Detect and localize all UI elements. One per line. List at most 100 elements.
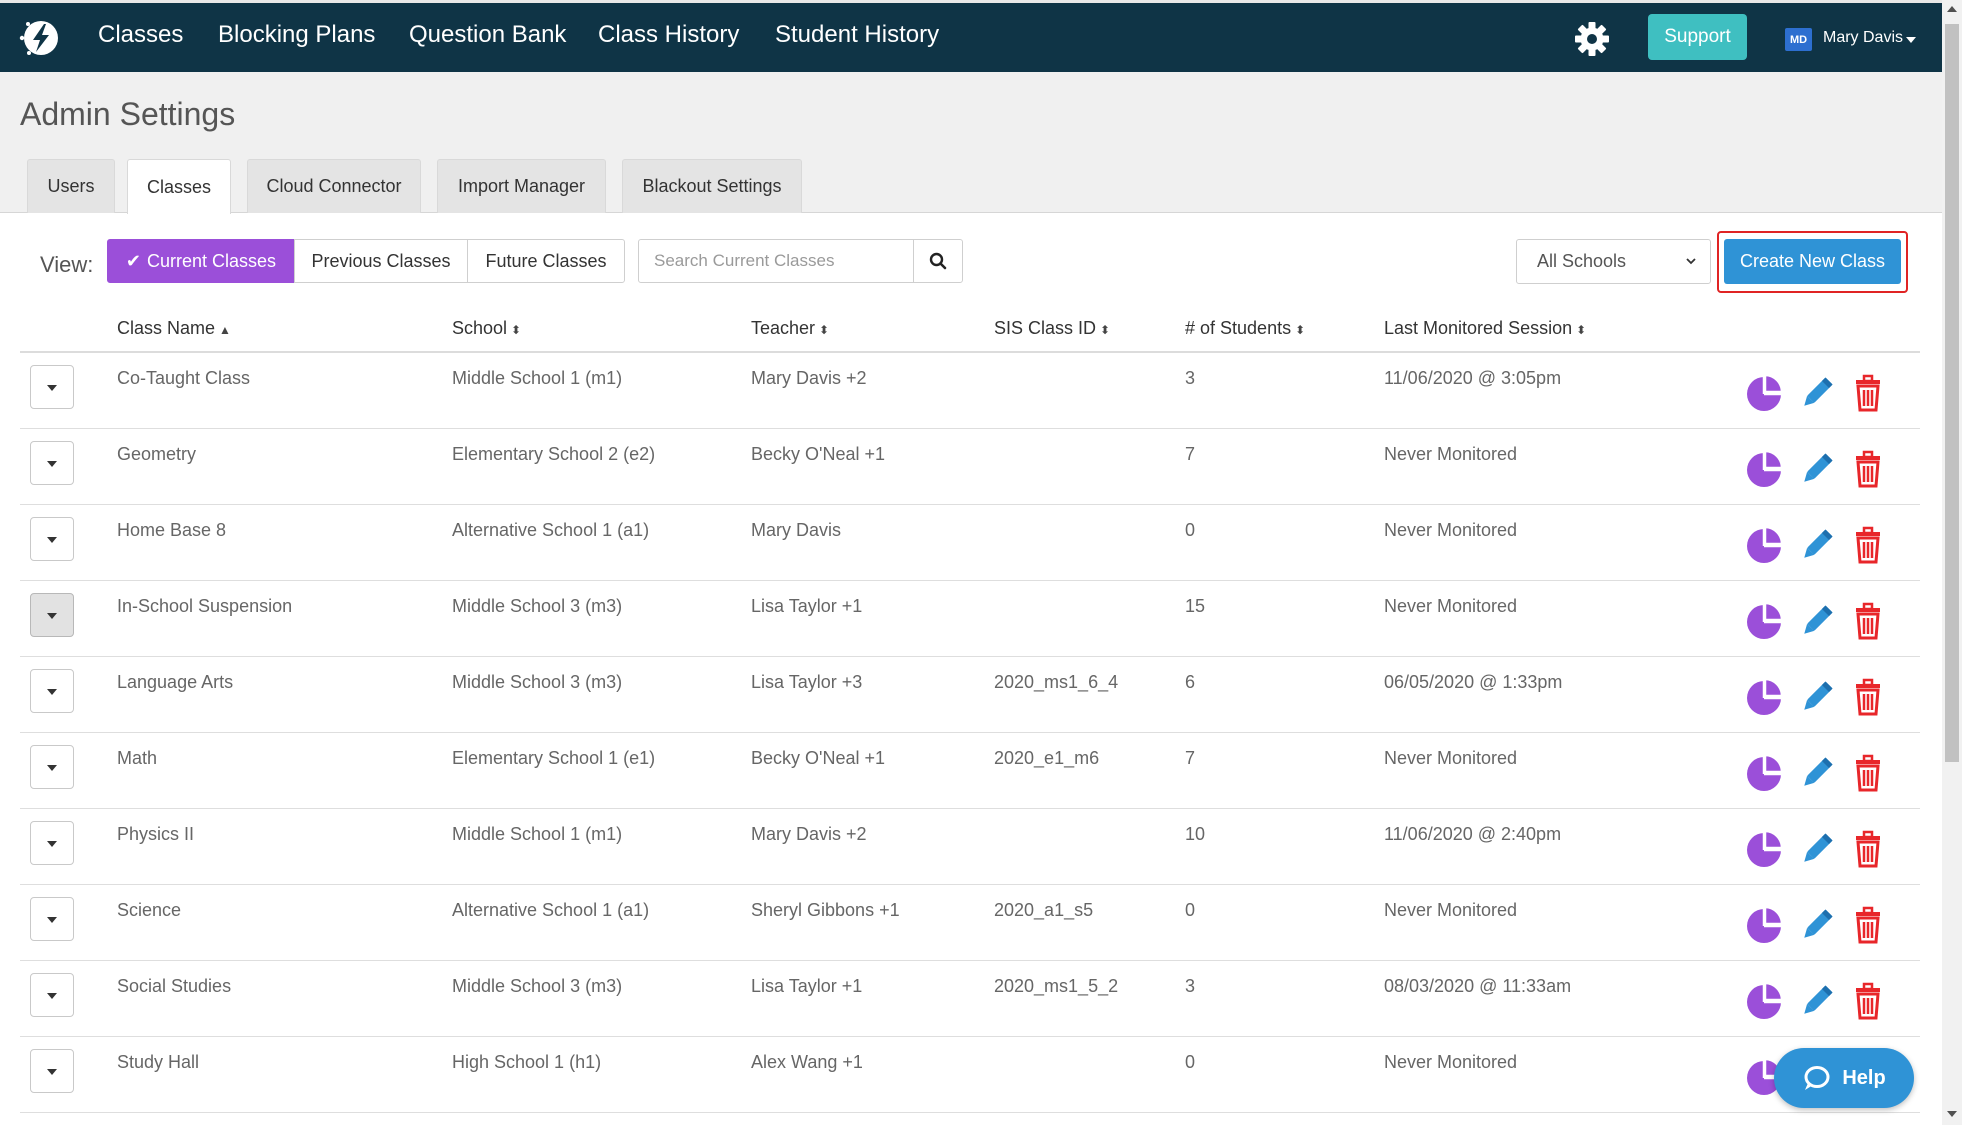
expand-row-button[interactable] xyxy=(30,1049,74,1093)
column-header-label: SIS Class ID xyxy=(994,318,1097,338)
report-pie-icon[interactable] xyxy=(1744,373,1784,413)
help-button[interactable]: Help xyxy=(1774,1048,1914,1108)
avatar[interactable]: MD xyxy=(1785,28,1812,51)
report-pie-icon[interactable] xyxy=(1744,829,1784,869)
cell-name: Home Base 8 xyxy=(117,520,227,540)
tab-classes[interactable]: Classes xyxy=(127,159,231,214)
edit-pencil-icon[interactable] xyxy=(1797,525,1837,565)
future-classes-button[interactable]: Future Classes xyxy=(467,239,625,283)
column-header-school[interactable]: School ⬍ xyxy=(452,318,521,339)
expand-row-button[interactable] xyxy=(30,593,74,637)
column-header-label: Last Monitored Session xyxy=(1384,318,1573,338)
tab-cloud-connector[interactable]: Cloud Connector xyxy=(247,159,421,213)
delete-trash-icon[interactable] xyxy=(1848,677,1888,717)
previous-classes-button[interactable]: Previous Classes xyxy=(294,239,468,283)
edit-pencil-icon[interactable] xyxy=(1797,981,1837,1021)
report-pie-icon[interactable] xyxy=(1744,753,1784,793)
tab-users[interactable]: Users xyxy=(27,159,115,213)
cell-students: 7 xyxy=(1185,444,1196,464)
scroll-up-arrow-icon[interactable] xyxy=(1947,6,1957,12)
nav-blocking-plans[interactable]: Blocking Plans xyxy=(218,21,375,49)
cell-last: Never Monitored xyxy=(1384,520,1518,540)
view-label: View: xyxy=(40,252,94,277)
column-header-sis-class-id[interactable]: SIS Class ID ⬍ xyxy=(994,318,1110,339)
user-name[interactable]: Mary Davis xyxy=(1823,29,1903,47)
cell-last: Never Monitored xyxy=(1384,596,1518,616)
column-header-label: Teacher xyxy=(751,318,816,338)
cell-sis: 2020_ms1_5_2 xyxy=(994,976,1119,996)
nav-class-history[interactable]: Class History xyxy=(598,21,739,49)
cell-school: Middle School 1 (m1) xyxy=(452,368,623,388)
delete-trash-icon[interactable] xyxy=(1848,449,1888,489)
tab-import-manager[interactable]: Import Manager xyxy=(437,159,606,213)
top-nav: Classes Blocking Plans Question Bank Cla… xyxy=(0,0,1942,72)
delete-trash-icon[interactable] xyxy=(1848,753,1888,793)
delete-trash-icon[interactable] xyxy=(1848,373,1888,413)
table-row: Home Base 8 Alternative School 1 (a1) Mary… xyxy=(20,505,1920,581)
nav-student-history[interactable]: Student History xyxy=(775,21,939,49)
user-menu-caret-icon[interactable] xyxy=(1906,37,1916,43)
tab-blackout-settings[interactable]: Blackout Settings xyxy=(622,159,802,213)
expand-row-button[interactable] xyxy=(30,745,74,789)
sort-icon: ⬍ xyxy=(819,323,830,337)
support-button[interactable]: Support xyxy=(1648,14,1747,60)
cell-teacher: Lisa Taylor +1 xyxy=(751,976,863,996)
delete-trash-icon[interactable] xyxy=(1848,601,1888,641)
create-new-class-button[interactable]: Create New Class xyxy=(1724,239,1901,284)
report-pie-icon[interactable] xyxy=(1744,449,1784,489)
cell-name: Co-Taught Class xyxy=(117,368,251,388)
expand-row-button[interactable] xyxy=(30,365,74,409)
school-select-value: All Schools xyxy=(1537,251,1627,271)
sort-asc-icon: ▲ xyxy=(219,323,231,337)
cell-students: 3 xyxy=(1185,976,1196,996)
school-select[interactable]: All Schools xyxy=(1516,239,1711,284)
edit-pencil-icon[interactable] xyxy=(1797,829,1837,869)
edit-pencil-icon[interactable] xyxy=(1797,373,1837,413)
current-classes-button[interactable]: ✔ Current Classes xyxy=(107,239,295,283)
report-pie-icon[interactable] xyxy=(1744,981,1784,1021)
edit-pencil-icon[interactable] xyxy=(1797,601,1837,641)
cell-last: Never Monitored xyxy=(1384,1052,1518,1072)
column-header-last-monitored[interactable]: Last Monitored Session ⬍ xyxy=(1384,318,1586,339)
cell-name: Geometry xyxy=(117,444,197,464)
cell-school: Middle School 1 (m1) xyxy=(452,824,623,844)
nav-question-bank[interactable]: Question Bank xyxy=(409,21,566,49)
expand-row-button[interactable] xyxy=(30,517,74,561)
gear-icon[interactable] xyxy=(1574,21,1610,57)
delete-trash-icon[interactable] xyxy=(1848,905,1888,945)
column-header-class-name[interactable]: Class Name ▲ xyxy=(117,318,231,339)
delete-trash-icon[interactable] xyxy=(1848,981,1888,1021)
cell-teacher: Alex Wang +1 xyxy=(751,1052,863,1072)
delete-trash-icon[interactable] xyxy=(1848,829,1888,869)
expand-row-button[interactable] xyxy=(30,897,74,941)
expand-row-button[interactable] xyxy=(30,821,74,865)
expand-row-button[interactable] xyxy=(30,669,74,713)
report-pie-icon[interactable] xyxy=(1744,601,1784,641)
cell-teacher: Mary Davis +2 xyxy=(751,824,867,844)
scroll-down-arrow-icon[interactable] xyxy=(1947,1111,1957,1117)
lightning-bolt-logo[interactable] xyxy=(16,15,62,61)
cell-school: High School 1 (h1) xyxy=(452,1052,602,1072)
delete-trash-icon[interactable] xyxy=(1848,525,1888,565)
report-pie-icon[interactable] xyxy=(1744,677,1784,717)
sort-icon: ⬍ xyxy=(1295,323,1306,337)
scrollbar-thumb[interactable] xyxy=(1945,24,1959,762)
nav-classes[interactable]: Classes xyxy=(98,21,183,49)
sort-icon: ⬍ xyxy=(511,323,522,337)
column-header-students[interactable]: # of Students ⬍ xyxy=(1185,318,1305,339)
edit-pencil-icon[interactable] xyxy=(1797,905,1837,945)
report-pie-icon[interactable] xyxy=(1744,525,1784,565)
edit-pencil-icon[interactable] xyxy=(1797,753,1837,793)
expand-row-button[interactable] xyxy=(30,441,74,485)
column-header-teacher[interactable]: Teacher ⬍ xyxy=(751,318,829,339)
search-input[interactable] xyxy=(638,239,914,283)
table-row: Co-Taught Class Middle School 1 (m1) Mary … xyxy=(20,353,1920,429)
cell-students: 0 xyxy=(1185,900,1196,920)
report-pie-icon[interactable] xyxy=(1744,905,1784,945)
search-button[interactable] xyxy=(913,239,963,283)
edit-pencil-icon[interactable] xyxy=(1797,677,1837,717)
edit-pencil-icon[interactable] xyxy=(1797,449,1837,489)
expand-row-button[interactable] xyxy=(30,973,74,1017)
cell-last: Never Monitored xyxy=(1384,748,1518,768)
cell-name: Social Studies xyxy=(117,976,232,996)
